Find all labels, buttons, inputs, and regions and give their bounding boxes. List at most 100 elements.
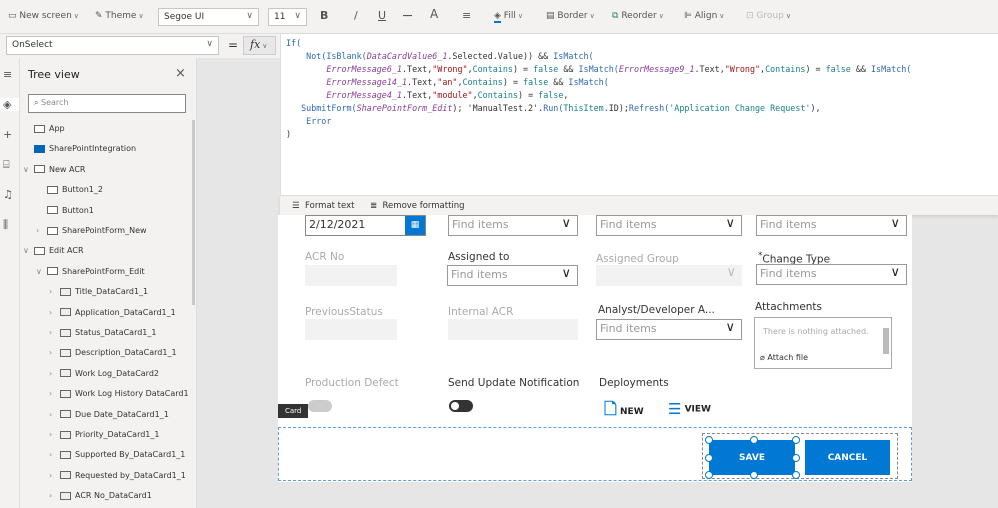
analyst-combo[interactable]: Find items ∨ — [596, 319, 742, 340]
date-picker[interactable]: 2/12/2021 ▦ — [305, 215, 426, 236]
tree-item[interactable]: › Description_DataCard1_1 — [49, 346, 177, 360]
chevron-icon[interactable]: › — [49, 469, 60, 483]
attachments-scrollbar[interactable] — [883, 328, 889, 354]
text-align-button[interactable]: ≡ — [462, 9, 471, 22]
strikethrough-button[interactable]: — — [403, 11, 412, 21]
chevron-icon[interactable]: ∨ — [36, 265, 47, 279]
chevron-icon[interactable]: › — [49, 489, 60, 503]
new-deployment-button[interactable]: 🗋 NEW — [604, 398, 644, 425]
resize-handle[interactable] — [750, 436, 758, 444]
border-button[interactable]: ▤ Border ∨ — [546, 11, 595, 21]
attachments-box[interactable]: There is nothing attached. ⌀ Attach file — [754, 317, 892, 369]
chevron-icon[interactable]: › — [49, 428, 60, 442]
tree-item[interactable]: › SharePointForm_New — [36, 224, 147, 238]
font-size-select[interactable]: 11 ∨ — [268, 8, 307, 26]
tree-item-label: Work Log History DataCard1 — [75, 389, 189, 399]
code-token: .Text, — [407, 77, 438, 87]
resize-handle[interactable] — [792, 454, 800, 462]
resize-handle[interactable] — [792, 436, 800, 444]
fill-button[interactable]: ◈ Fill ∨ — [494, 11, 523, 23]
remove-formatting-button[interactable]: ≣ Remove formatting — [370, 201, 465, 211]
align-button[interactable]: ⊫ Align ∨ — [684, 11, 724, 21]
italic-button[interactable]: / — [354, 9, 358, 22]
tree-item[interactable]: ∨ Edit ACR — [23, 244, 84, 258]
tree-item[interactable]: Button1_2 — [36, 183, 103, 197]
resize-handle[interactable] — [705, 454, 713, 462]
tree-scrollbar[interactable] — [192, 120, 195, 305]
chevron-icon[interactable]: › — [49, 285, 60, 299]
font-select[interactable]: Segoe UI ∨ — [158, 8, 259, 26]
group-button[interactable]: ⊡ Group ∨ — [746, 11, 791, 21]
data-icon[interactable]: ⌸ — [3, 158, 10, 172]
media-icon[interactable]: ♫ — [3, 188, 13, 201]
format-text-button[interactable]: ☰ Format text — [292, 201, 354, 211]
change-type-combo[interactable]: Find items ∨ — [756, 264, 907, 285]
insert-icon[interactable]: + — [3, 128, 12, 141]
save-button[interactable]: SAVE — [709, 440, 795, 475]
chevron-icon[interactable]: › — [36, 224, 47, 238]
theme-button[interactable]: ✎ Theme ∨ — [95, 11, 144, 21]
tree-item[interactable]: › Requested by_DataCard1_1 — [49, 469, 186, 483]
formula-editor[interactable]: If( Not(IsBlank(DataCardValue6_1.Selecte… — [280, 34, 998, 195]
reorder-button[interactable]: ⧉ Reorder ∨ — [612, 11, 664, 21]
card-tooltip: Card — [278, 404, 309, 418]
card-icon — [60, 450, 71, 459]
chevron-icon[interactable]: › — [49, 346, 60, 360]
tree-item[interactable]: Button1 — [36, 204, 94, 218]
code-token: IsMatch( — [568, 77, 609, 87]
resize-handle[interactable] — [705, 471, 713, 479]
menu-icon[interactable]: ≡ — [3, 68, 12, 81]
new-label: NEW — [620, 407, 644, 417]
calendar-icon[interactable]: ▦ — [405, 216, 425, 235]
chevron-icon[interactable]: › — [49, 367, 60, 381]
send-update-toggle[interactable] — [449, 400, 473, 412]
combo-box-2[interactable]: Find items ∨ — [596, 215, 742, 236]
tree-item[interactable]: ∨ New ACR — [23, 163, 85, 177]
chevron-icon[interactable]: › — [49, 448, 60, 462]
tree-item[interactable]: › Priority_DataCard1_1 — [49, 428, 159, 442]
chevron-icon[interactable]: ∨ — [23, 244, 34, 258]
tree-item-label: Status_DataCard1_1 — [75, 328, 157, 337]
font-color-button[interactable]: A — [430, 7, 438, 21]
cancel-button[interactable]: CANCEL — [805, 440, 890, 475]
close-icon[interactable]: × — [175, 66, 186, 81]
search-input[interactable]: ⌕ Search — [28, 94, 186, 113]
view-deployments-button[interactable]: ☰ VIEW — [668, 400, 711, 418]
chevron-icon[interactable]: › — [49, 408, 60, 422]
tree-item[interactable]: › Work Log_DataCard2 — [49, 367, 159, 381]
screen-icon — [34, 165, 45, 174]
chevron-icon[interactable]: › — [49, 387, 60, 401]
tree-item[interactable]: › Title_DataCard1_1 — [49, 285, 148, 299]
combo-box-3[interactable]: Find items ∨ — [756, 215, 907, 236]
card-icon — [60, 389, 71, 398]
code-token: IsMatch( — [871, 64, 912, 74]
tree-item[interactable]: › Status_DataCard1_1 — [49, 326, 157, 340]
property-select[interactable]: OnSelect ∨ — [6, 36, 219, 55]
tools-icon[interactable]: ⫼ — [3, 218, 8, 232]
fx-button[interactable]: fx ∨ — [243, 36, 276, 55]
resize-handle[interactable] — [750, 471, 758, 479]
underline-button[interactable]: U — [378, 9, 386, 22]
resize-handle[interactable] — [705, 436, 713, 444]
new-screen-button[interactable]: ▭ New screen ∨ — [8, 11, 79, 21]
assigned-to-combo[interactable]: Find items ∨ — [447, 265, 578, 286]
code-token: Refresh( — [628, 103, 670, 113]
resize-handle[interactable] — [792, 471, 800, 479]
tree-item[interactable]: › Application_DataCard1_1 — [49, 306, 176, 320]
tree-item[interactable]: › ACR No_DataCard1 — [49, 489, 152, 503]
tree-item[interactable]: ∨ SharePointForm_Edit — [36, 265, 145, 279]
tree-item[interactable]: › Supported By_DataCard1_1 — [49, 448, 185, 462]
tree-item[interactable]: SharePointIntegration — [23, 142, 136, 156]
chevron-icon[interactable]: › — [49, 326, 60, 340]
production-defect-toggle[interactable] — [308, 400, 332, 412]
tree-item[interactable]: › Work Log History DataCard1 — [49, 387, 189, 401]
card-icon — [60, 308, 71, 317]
tree-item[interactable]: App — [23, 122, 65, 136]
bold-button[interactable]: B — [320, 9, 328, 22]
chevron-icon[interactable]: ∨ — [23, 163, 34, 177]
layers-icon[interactable]: ◈ — [0, 98, 19, 111]
combo-box-1[interactable]: Find items ∨ — [448, 215, 578, 236]
attach-file-link[interactable]: ⌀ Attach file — [760, 353, 808, 362]
chevron-icon[interactable]: › — [49, 306, 60, 320]
tree-item[interactable]: › Due Date_DataCard1_1 — [49, 408, 169, 422]
